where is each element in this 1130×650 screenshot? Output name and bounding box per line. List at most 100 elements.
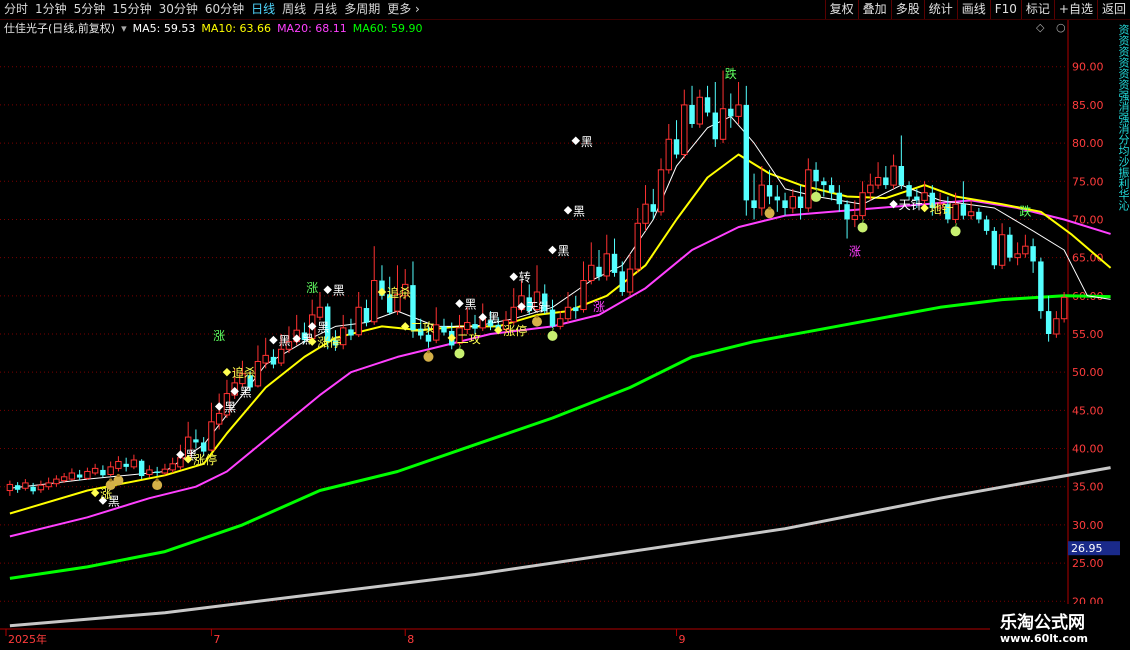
candle-body	[976, 211, 982, 220]
candle-body	[84, 470, 91, 479]
signal-diamond	[447, 333, 456, 343]
period-tab[interactable]: 日线	[251, 0, 275, 19]
candle-body	[573, 307, 579, 312]
candle-body	[967, 211, 975, 217]
candle-body	[161, 468, 169, 474]
candle-body	[642, 203, 649, 224]
money-bag-tie	[155, 478, 159, 482]
candle-body	[789, 196, 797, 209]
diamond-icon[interactable]: ◇	[1036, 21, 1044, 34]
period-tab[interactable]: 周线	[282, 0, 306, 19]
tool-button[interactable]: 多股	[890, 0, 924, 19]
candle-body	[200, 442, 207, 452]
tool-button[interactable]: 叠加	[857, 0, 891, 19]
period-tab[interactable]: 月线	[313, 0, 337, 19]
candle-body	[805, 169, 812, 209]
candle-body	[1045, 311, 1052, 334]
signal-label: 天针	[899, 197, 923, 212]
tool-button[interactable]: 统计	[923, 0, 957, 19]
signal-diamond	[563, 206, 573, 215]
tool-button[interactable]: 复权	[824, 0, 858, 19]
signal-label: 黑	[317, 320, 329, 334]
y-tick-label: 25.00	[1072, 557, 1104, 570]
candle-body	[874, 176, 882, 186]
watermark: 乐淘公式网 www.60lt.com	[990, 604, 1130, 648]
trend-label: 涨	[213, 328, 225, 343]
circle-icon[interactable]: ○	[1056, 21, 1066, 34]
chevron-down-icon[interactable]: ▾	[121, 21, 127, 37]
trend-label: 涨	[849, 243, 861, 258]
signal-label: 地针	[930, 201, 954, 216]
candle-body	[100, 469, 106, 476]
period-tab[interactable]: 1分钟	[35, 0, 67, 19]
candle-body	[751, 200, 757, 208]
candle-body	[60, 476, 68, 482]
tool-button[interactable]: F10	[989, 0, 1021, 19]
candlestick-chart[interactable]: 90.0085.0080.0075.0070.0065.0060.0055.00…	[0, 0, 1130, 650]
signal-label: 追杀	[232, 365, 256, 380]
candle-body	[735, 104, 742, 117]
period-tab[interactable]: 30分钟	[159, 0, 198, 19]
candle-body	[45, 482, 52, 488]
candle-body	[215, 412, 223, 425]
candle-body	[363, 308, 370, 323]
apple-icon	[454, 348, 465, 359]
candle-body	[472, 324, 478, 329]
apple-stem	[458, 345, 462, 349]
period-tabs: 分时 1分钟 5分钟 15分钟 30分钟 60分钟 日线 周线 月线 多周期 更多 ›	[4, 0, 427, 19]
candle-body	[921, 192, 928, 201]
ma60-value: MA60: 59.90	[352, 22, 423, 35]
candle-body	[719, 108, 727, 140]
signal-diamond	[269, 335, 278, 345]
money-bag-tie	[535, 315, 539, 319]
candle-body	[348, 329, 354, 336]
y-tick-label: 35.00	[1072, 481, 1104, 494]
period-tab[interactable]: 15分钟	[112, 0, 151, 19]
candle-body	[797, 196, 804, 208]
price-tag: 26.95	[1071, 542, 1103, 555]
apple-icon	[547, 330, 558, 341]
ma20-value: MA20: 68.11	[277, 22, 347, 35]
apple-icon	[811, 191, 822, 202]
period-tab[interactable]: 多周期	[344, 0, 380, 19]
period-tab[interactable]: 更多 ›	[387, 0, 420, 19]
candle-body	[433, 324, 440, 341]
candle-body	[557, 318, 564, 327]
candle-body	[316, 306, 324, 318]
candle-body	[177, 457, 184, 468]
candle-body	[758, 184, 766, 209]
ma10-value: MA10: 63.66	[201, 22, 272, 35]
candle-body	[91, 467, 99, 474]
tool-button[interactable]: 返回	[1096, 0, 1130, 19]
tool-button[interactable]: +自选	[1053, 0, 1097, 19]
candle-body	[890, 165, 897, 186]
x-tick-label: 9	[679, 633, 686, 646]
period-tab[interactable]: 60分钟	[205, 0, 244, 19]
signal-label: 黑	[333, 284, 345, 298]
tool-button[interactable]: 画线	[956, 0, 990, 19]
ma5-line	[9, 115, 1111, 489]
candle-body	[270, 356, 277, 365]
candle-body	[339, 327, 347, 346]
period-tab[interactable]: 分时	[4, 0, 28, 19]
side-panel-text: 资资资资资资强消强消分均沙振利华沁	[1117, 24, 1130, 211]
candle-body	[6, 483, 14, 492]
candle-body	[130, 459, 138, 468]
candle-body	[673, 139, 680, 155]
x-tick-label: 8	[407, 633, 414, 646]
signal-label: 涨停	[317, 335, 341, 350]
candle-body	[277, 348, 285, 364]
candle-body	[1038, 261, 1044, 312]
tool-button[interactable]: 标记	[1020, 0, 1054, 19]
candle-body	[634, 222, 641, 270]
signal-label: 黑	[488, 311, 500, 325]
period-tab[interactable]: 5分钟	[74, 0, 106, 19]
apple-stem	[551, 327, 555, 332]
candle-body	[851, 215, 859, 220]
candle-body	[262, 354, 269, 364]
candle-body	[441, 326, 447, 333]
watermark-name: 乐淘公式网	[1000, 613, 1085, 633]
signal-label: 黑	[278, 334, 290, 348]
candle-body	[836, 192, 843, 205]
candle-body	[68, 472, 76, 480]
